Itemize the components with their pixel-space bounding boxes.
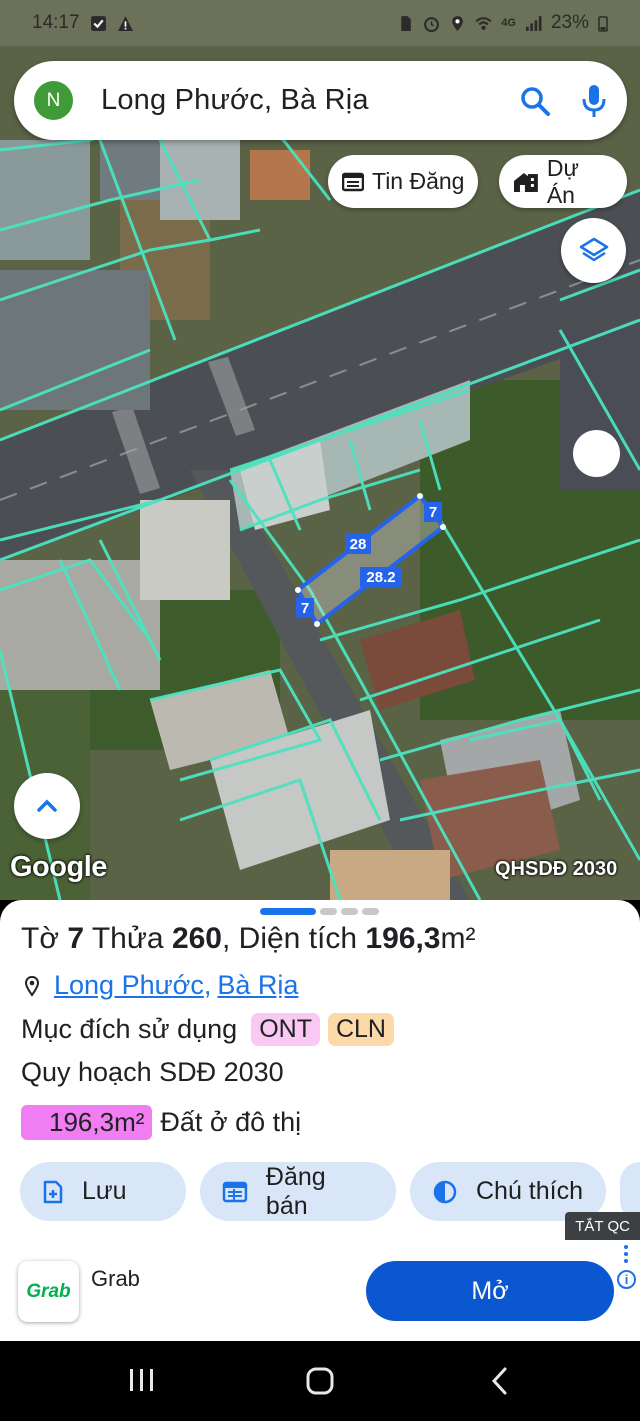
grab-logo[interactable]: Grab	[18, 1261, 79, 1322]
expand-up-button[interactable]	[14, 773, 80, 839]
layers-icon	[579, 237, 608, 261]
ad-info-icon[interactable]: i	[617, 1270, 636, 1289]
land-use-purpose-row: Mục đích sử dụng ONT CLN	[21, 1013, 394, 1046]
wifi-call-icon	[475, 16, 492, 30]
page-indicator	[362, 908, 379, 915]
status-time: 14:17	[32, 12, 80, 33]
more-vert-icon[interactable]	[624, 1245, 628, 1266]
listings-icon	[342, 172, 364, 191]
plot-number: 260	[171, 922, 222, 955]
back-icon[interactable]	[490, 1366, 510, 1396]
dimension-right: 7	[429, 504, 437, 521]
sheet-number: 7	[67, 922, 85, 955]
chevron-up-icon	[37, 799, 57, 812]
projects-chip-label: Dự Án	[546, 154, 579, 208]
calendar-icon	[222, 1181, 248, 1202]
screen: 28 7 28.2 7 14:17 4G 23% N Long Phước, B…	[0, 0, 640, 1421]
plan-area-row: 196,3m² Đất ở đô thị	[21, 1105, 301, 1140]
action-buttons: Lưu Đăng bán Chú thích	[20, 1162, 640, 1221]
search-input[interactable]: Long Phước, Bà Rịa	[101, 84, 369, 117]
post-sale-button-label: Đăng bán	[265, 1162, 326, 1220]
status-bar: 14:17 4G 23%	[0, 0, 640, 46]
ad-open-button[interactable]: Mở	[366, 1261, 614, 1321]
plan-title: Quy hoạch SDĐ 2030	[21, 1057, 284, 1087]
location-icon	[452, 15, 464, 31]
legend-button-label: Chú thích	[476, 1177, 584, 1205]
page-indicator-active	[260, 908, 316, 915]
sim-icon	[401, 15, 412, 31]
ad-app-name: Grab	[91, 1266, 140, 1291]
location-ward-link[interactable]: Long Phước	[54, 970, 204, 1001]
page-indicator	[341, 908, 358, 915]
google-logo: Google	[10, 851, 107, 883]
map-view[interactable]: 28 7 28.2 7 14:17 4G 23% N Long Phước, B…	[0, 0, 640, 900]
parcel-info-sheet: Tờ 7 Thửa 260, Diện tích 196,3m² Long Ph…	[0, 900, 640, 1240]
home-icon[interactable]	[305, 1366, 335, 1396]
battery-icon	[598, 15, 608, 32]
network-type: 4G	[501, 17, 516, 29]
plan-area-badge: 196,3m²	[21, 1105, 153, 1140]
listings-chip-label: Tin Đăng	[372, 168, 465, 194]
location-row: Long Phước, Bà Rịa	[22, 970, 298, 1001]
page-indicator	[320, 908, 337, 915]
plan-layer-label: QHSDĐ 2030	[495, 858, 618, 880]
search-bar[interactable]: N Long Phước, Bà Rịa	[14, 61, 627, 140]
dimension-left: 7	[301, 600, 309, 617]
location-dot-button[interactable]	[573, 430, 620, 477]
microphone-icon[interactable]	[581, 84, 607, 118]
ad-banner: TẮT QC Grab Grab Mở i	[0, 1212, 640, 1341]
post-sale-button[interactable]: Đăng bán	[200, 1162, 396, 1221]
contrast-icon	[433, 1180, 457, 1203]
dimension-top: 28	[350, 536, 367, 553]
area-value: 196,3	[365, 922, 441, 955]
checkbox-notification-icon	[90, 15, 106, 31]
alarm-icon	[424, 16, 440, 32]
save-button-label: Lưu	[82, 1177, 127, 1205]
add-document-icon	[43, 1180, 63, 1203]
purpose-tag-ont: ONT	[251, 1013, 320, 1046]
location-pin-icon	[24, 975, 40, 997]
signal-icon	[526, 15, 542, 31]
purpose-tag-cln: CLN	[327, 1013, 394, 1046]
search-icon[interactable]	[519, 85, 551, 117]
plan-use-label: Đất ở đô thị	[160, 1107, 302, 1137]
ad-close-button[interactable]: TẮT QC	[565, 1212, 640, 1240]
parcel-title: Tờ 7 Thửa 260, Diện tích 196,3m²	[21, 922, 476, 955]
building-icon	[513, 172, 538, 192]
listings-chip[interactable]: Tin Đăng	[328, 155, 479, 208]
layers-button[interactable]	[561, 218, 626, 283]
avatar[interactable]: N	[34, 81, 73, 120]
warning-icon	[117, 15, 133, 31]
save-button[interactable]: Lưu	[20, 1162, 186, 1221]
dimension-bottom: 28.2	[366, 569, 395, 586]
sheet-page-indicator[interactable]	[260, 908, 379, 915]
system-nav-bar	[0, 1341, 640, 1421]
recent-apps-icon[interactable]	[128, 1367, 156, 1393]
projects-chip[interactable]: Dự Án	[499, 155, 627, 208]
purpose-label: Mục đích sử dụng	[21, 1014, 238, 1044]
battery-percent: 23%	[550, 12, 589, 33]
location-city-link[interactable]: Bà Rịa	[217, 970, 298, 1001]
